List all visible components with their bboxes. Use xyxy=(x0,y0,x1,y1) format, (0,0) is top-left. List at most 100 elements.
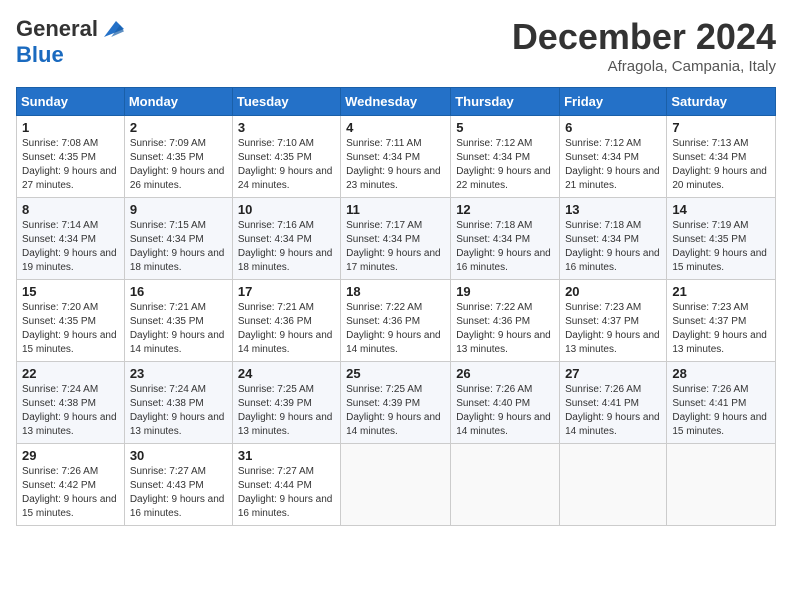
day-number: 28 xyxy=(672,366,770,381)
day-number: 26 xyxy=(456,366,554,381)
day-info: Sunrise: 7:26 AMSunset: 4:42 PMDaylight:… xyxy=(22,465,119,521)
calendar-cell: 21Sunrise: 7:23 AMSunset: 4:37 PMDayligh… xyxy=(667,280,776,362)
calendar-cell: 7 Sunrise: 7:13 AMSunset: 4:34 PMDaylight… xyxy=(667,116,776,198)
day-info: Sunrise: 7:24 AMSunset: 4:38 PMDaylight:… xyxy=(22,383,119,439)
day-number: 11 xyxy=(346,202,445,217)
calendar-cell: 30 Sunrise: 7:27 AMSunset: 4:43 PMDayligh… xyxy=(124,444,232,526)
calendar-cell xyxy=(341,444,451,526)
day-number: 8 xyxy=(22,202,119,217)
day-number: 25 xyxy=(346,366,445,381)
calendar-week-row: 29 Sunrise: 7:26 AMSunset: 4:42 PMDayligh… xyxy=(17,444,776,526)
day-number: 24 xyxy=(238,366,335,381)
day-number: 2 xyxy=(130,120,227,135)
calendar-week-row: 8 Sunrise: 7:14 AMSunset: 4:34 PMDaylight… xyxy=(17,198,776,280)
logo-blue-text: Blue xyxy=(16,42,64,68)
day-info: Sunrise: 7:11 AMSunset: 4:34 PMDaylight:… xyxy=(346,137,445,193)
header: General Blue December 2024 Afragola, Cam… xyxy=(16,16,776,75)
calendar-cell xyxy=(560,444,667,526)
weekday-header-monday: Monday xyxy=(124,88,232,116)
day-number: 3 xyxy=(238,120,335,135)
weekday-header-sunday: Sunday xyxy=(17,88,125,116)
day-number: 23 xyxy=(130,366,227,381)
day-number: 17 xyxy=(238,284,335,299)
day-info: Sunrise: 7:26 AMSunset: 4:40 PMDaylight:… xyxy=(456,383,554,439)
calendar-week-row: 1Sunrise: 7:08 AMSunset: 4:35 PMDaylight… xyxy=(17,116,776,198)
day-info: Sunrise: 7:15 AMSunset: 4:34 PMDaylight:… xyxy=(130,219,227,275)
calendar-cell: 6Sunrise: 7:12 AMSunset: 4:34 PMDaylight… xyxy=(560,116,667,198)
day-number: 22 xyxy=(22,366,119,381)
day-number: 7 xyxy=(672,120,770,135)
day-info: Sunrise: 7:21 AMSunset: 4:36 PMDaylight:… xyxy=(238,301,335,357)
day-number: 16 xyxy=(130,284,227,299)
day-number: 30 xyxy=(130,448,227,463)
day-info: Sunrise: 7:20 AMSunset: 4:35 PMDaylight:… xyxy=(22,301,119,357)
calendar-week-row: 22 Sunrise: 7:24 AMSunset: 4:38 PMDayligh… xyxy=(17,362,776,444)
day-info: Sunrise: 7:08 AMSunset: 4:35 PMDaylight:… xyxy=(22,137,119,193)
day-info: Sunrise: 7:10 AMSunset: 4:35 PMDaylight:… xyxy=(238,137,335,193)
calendar-cell: 26 Sunrise: 7:26 AMSunset: 4:40 PMDayligh… xyxy=(451,362,560,444)
day-info: Sunrise: 7:26 AMSunset: 4:41 PMDaylight:… xyxy=(565,383,661,439)
day-info: Sunrise: 7:22 AMSunset: 4:36 PMDaylight:… xyxy=(456,301,554,357)
day-info: Sunrise: 7:16 AMSunset: 4:34 PMDaylight:… xyxy=(238,219,335,275)
day-number: 29 xyxy=(22,448,119,463)
day-number: 19 xyxy=(456,284,554,299)
calendar-header: SundayMondayTuesdayWednesdayThursdayFrid… xyxy=(17,88,776,116)
calendar-cell: 23 Sunrise: 7:24 AMSunset: 4:38 PMDayligh… xyxy=(124,362,232,444)
calendar-cell: 4 Sunrise: 7:11 AMSunset: 4:34 PMDaylight… xyxy=(341,116,451,198)
day-number: 14 xyxy=(672,202,770,217)
location-title: Afragola, Campania, Italy xyxy=(512,58,776,75)
day-info: Sunrise: 7:24 AMSunset: 4:38 PMDaylight:… xyxy=(130,383,227,439)
calendar-cell: 13 Sunrise: 7:18 AMSunset: 4:34 PMDayligh… xyxy=(560,198,667,280)
weekday-header-row: SundayMondayTuesdayWednesdayThursdayFrid… xyxy=(17,88,776,116)
day-info: Sunrise: 7:13 AMSunset: 4:34 PMDaylight:… xyxy=(672,137,770,193)
day-number: 21 xyxy=(672,284,770,299)
calendar-cell: 2 Sunrise: 7:09 AMSunset: 4:35 PMDaylight… xyxy=(124,116,232,198)
title-area: December 2024 Afragola, Campania, Italy xyxy=(512,16,776,75)
day-number: 31 xyxy=(238,448,335,463)
day-info: Sunrise: 7:26 AMSunset: 4:41 PMDaylight:… xyxy=(672,383,770,439)
calendar-cell: 20Sunrise: 7:23 AMSunset: 4:37 PMDayligh… xyxy=(560,280,667,362)
day-info: Sunrise: 7:27 AMSunset: 4:43 PMDaylight:… xyxy=(130,465,227,521)
calendar-cell: 18Sunrise: 7:22 AMSunset: 4:36 PMDayligh… xyxy=(341,280,451,362)
day-number: 4 xyxy=(346,120,445,135)
calendar-cell: 9 Sunrise: 7:15 AMSunset: 4:34 PMDaylight… xyxy=(124,198,232,280)
weekday-header-wednesday: Wednesday xyxy=(341,88,451,116)
calendar-cell: 27 Sunrise: 7:26 AMSunset: 4:41 PMDayligh… xyxy=(560,362,667,444)
weekday-header-thursday: Thursday xyxy=(451,88,560,116)
day-info: Sunrise: 7:14 AMSunset: 4:34 PMDaylight:… xyxy=(22,219,119,275)
weekday-header-saturday: Saturday xyxy=(667,88,776,116)
day-info: Sunrise: 7:25 AMSunset: 4:39 PMDaylight:… xyxy=(238,383,335,439)
logo-general-text: General xyxy=(16,16,98,42)
calendar-cell: 22 Sunrise: 7:24 AMSunset: 4:38 PMDayligh… xyxy=(17,362,125,444)
calendar-cell: 11 Sunrise: 7:17 AMSunset: 4:34 PMDayligh… xyxy=(341,198,451,280)
calendar-cell: 15 Sunrise: 7:20 AMSunset: 4:35 PMDayligh… xyxy=(17,280,125,362)
calendar-cell xyxy=(451,444,560,526)
day-number: 13 xyxy=(565,202,661,217)
calendar-body: 1Sunrise: 7:08 AMSunset: 4:35 PMDaylight… xyxy=(17,116,776,526)
day-info: Sunrise: 7:18 AMSunset: 4:34 PMDaylight:… xyxy=(456,219,554,275)
weekday-header-friday: Friday xyxy=(560,88,667,116)
day-info: Sunrise: 7:18 AMSunset: 4:34 PMDaylight:… xyxy=(565,219,661,275)
calendar-cell: 29 Sunrise: 7:26 AMSunset: 4:42 PMDayligh… xyxy=(17,444,125,526)
calendar-cell: 5Sunrise: 7:12 AMSunset: 4:34 PMDaylight… xyxy=(451,116,560,198)
day-info: Sunrise: 7:09 AMSunset: 4:35 PMDaylight:… xyxy=(130,137,227,193)
calendar-cell: 3 Sunrise: 7:10 AMSunset: 4:35 PMDaylight… xyxy=(232,116,340,198)
day-number: 27 xyxy=(565,366,661,381)
calendar-table: SundayMondayTuesdayWednesdayThursdayFrid… xyxy=(16,87,776,526)
day-number: 5 xyxy=(456,120,554,135)
calendar-cell: 17 Sunrise: 7:21 AMSunset: 4:36 PMDayligh… xyxy=(232,280,340,362)
calendar-cell xyxy=(667,444,776,526)
day-number: 6 xyxy=(565,120,661,135)
day-info: Sunrise: 7:21 AMSunset: 4:35 PMDaylight:… xyxy=(130,301,227,357)
calendar-cell: 10Sunrise: 7:16 AMSunset: 4:34 PMDayligh… xyxy=(232,198,340,280)
calendar-week-row: 15 Sunrise: 7:20 AMSunset: 4:35 PMDayligh… xyxy=(17,280,776,362)
calendar-cell: 25Sunrise: 7:25 AMSunset: 4:39 PMDayligh… xyxy=(341,362,451,444)
weekday-header-tuesday: Tuesday xyxy=(232,88,340,116)
logo: General Blue xyxy=(16,16,124,68)
month-title: December 2024 xyxy=(512,16,776,58)
calendar-cell: 19 Sunrise: 7:22 AMSunset: 4:36 PMDayligh… xyxy=(451,280,560,362)
day-number: 15 xyxy=(22,284,119,299)
day-info: Sunrise: 7:17 AMSunset: 4:34 PMDaylight:… xyxy=(346,219,445,275)
day-number: 9 xyxy=(130,202,227,217)
day-number: 20 xyxy=(565,284,661,299)
